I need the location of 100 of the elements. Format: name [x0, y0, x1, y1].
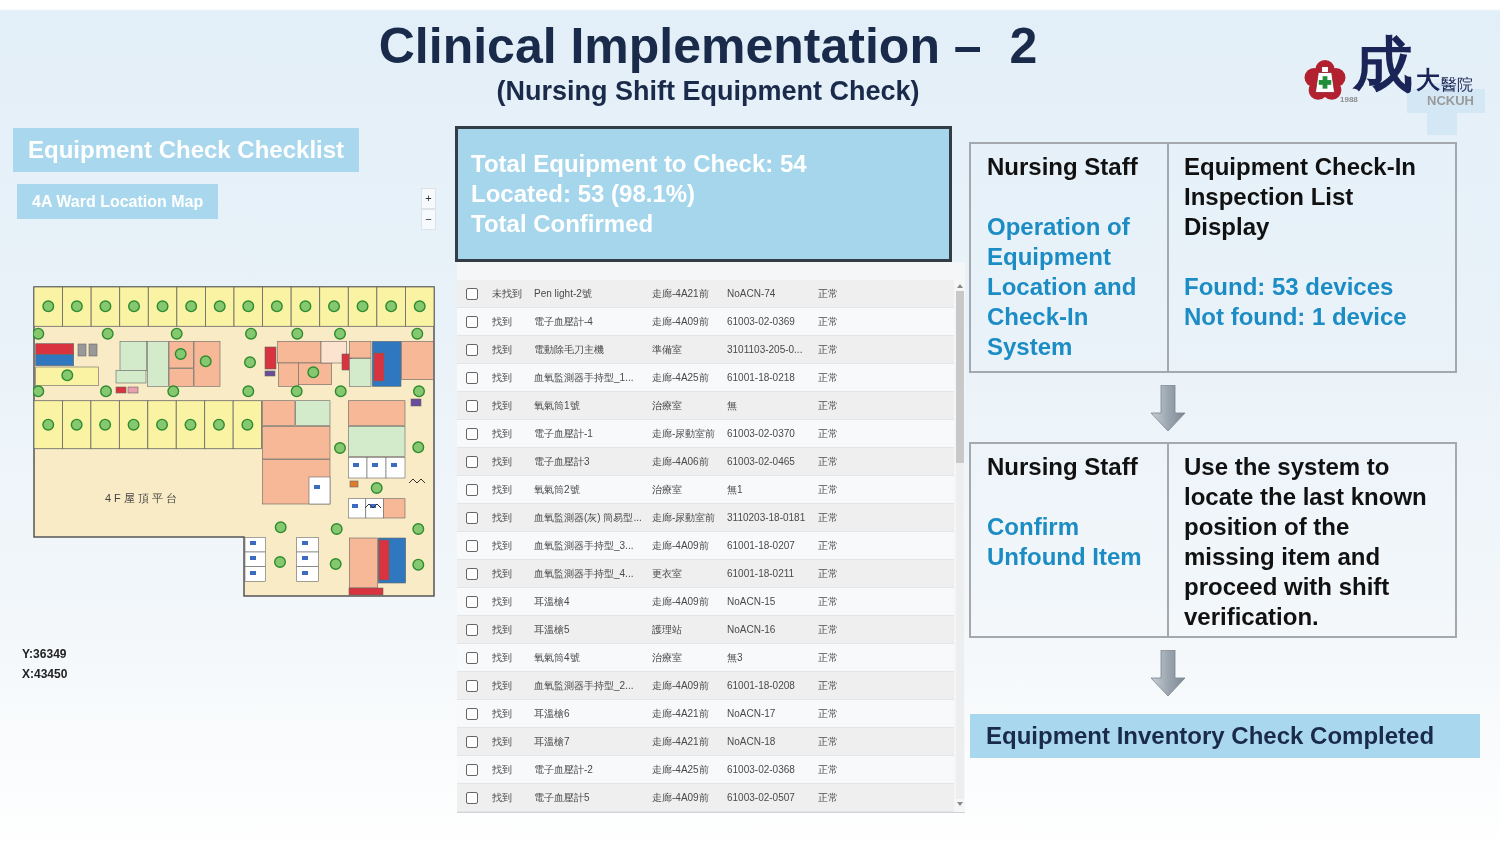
- table-cell-text: NoACN-17: [727, 706, 777, 721]
- step-note: Not found: 1 device: [1184, 302, 1408, 332]
- table-cell-text: 血氧監測器手持型_2...: [534, 678, 635, 693]
- table-cell-text: 正常: [818, 706, 839, 721]
- row-checkbox[interactable]: [466, 707, 478, 720]
- zoom-in-button[interactable]: +: [421, 188, 436, 209]
- table-cell-text: 找到: [492, 538, 513, 553]
- table-cell-text: 走廊-4A21前: [652, 286, 710, 301]
- step-note: Found: 53 devices: [1184, 272, 1395, 302]
- row-checkbox[interactable]: [466, 679, 478, 692]
- scroll-up-icon[interactable]: [956, 284, 963, 288]
- row-checkbox[interactable]: [466, 567, 478, 580]
- table-cell-text: 正常: [818, 454, 839, 469]
- table-cell-text: 找到: [492, 790, 513, 805]
- table-cell-text: NoACN-18: [727, 734, 777, 749]
- table-cell-text: 找到: [492, 510, 513, 525]
- table-cell-text: 電子血壓計-4: [534, 314, 594, 329]
- coordinate-text: X:43450: [22, 666, 68, 683]
- row-checkbox[interactable]: [466, 651, 478, 664]
- table-cell-text: 61001-18-0208: [727, 678, 796, 693]
- summary-text: Total Confirmed: [471, 209, 655, 239]
- table-cell-text: 找到: [492, 734, 513, 749]
- table-cell-text: 走廊-4A09前: [652, 314, 710, 329]
- row-checkbox[interactable]: [466, 595, 478, 608]
- table-cell-text: 正常: [818, 398, 839, 413]
- table-cell-text: NoACN-16: [727, 622, 777, 637]
- table-cell-text: 電子血壓計3: [534, 454, 591, 469]
- table-cell-text: 61001-18-0218: [727, 370, 796, 385]
- table-cell-text: 找到: [492, 622, 513, 637]
- logo-abbreviation: NCKUH: [1427, 94, 1474, 108]
- table-cell-text: 找到: [492, 342, 513, 357]
- row-checkbox[interactable]: [466, 343, 478, 356]
- scroll-down-icon[interactable]: [956, 802, 963, 806]
- row-checkbox[interactable]: [466, 511, 478, 524]
- table-cell-text: 正常: [818, 734, 839, 749]
- row-checkbox[interactable]: [466, 623, 478, 636]
- scrollbar-thumb[interactable]: [955, 291, 964, 463]
- table-cell-text: 61003-02-0370: [727, 426, 796, 441]
- table-cell-text: 耳溫槍5: [534, 622, 571, 637]
- row-checkbox[interactable]: [466, 483, 478, 496]
- logo-character: 大: [1416, 66, 1440, 94]
- table-cell-text: NoACN-15: [727, 594, 777, 609]
- table-cell-text: 走廊-尿動室前: [652, 426, 717, 441]
- table-cell-text: 正常: [818, 762, 839, 777]
- table-cell-text: 正常: [818, 538, 839, 553]
- table-cell-text: 治療室: [652, 482, 683, 497]
- table-cell-text: 正常: [818, 482, 839, 497]
- table-cell-text: 找到: [492, 594, 513, 609]
- row-checkbox[interactable]: [466, 371, 478, 384]
- table-cell-text: 找到: [492, 566, 513, 581]
- row-checkbox[interactable]: [466, 539, 478, 552]
- table-cell-text: 電子血壓計5: [534, 790, 591, 805]
- table-cell-text: 血氧監測器(灰) 簡易型...: [534, 510, 643, 525]
- table-cell-text: 正常: [818, 678, 839, 693]
- row-checkbox[interactable]: [466, 315, 478, 328]
- table-cell-text: 找到: [492, 314, 513, 329]
- table-cell-text: 找到: [492, 650, 513, 665]
- table-cell-text: 正常: [818, 370, 839, 385]
- table-cell-text: 血氧監測器手持型_4...: [534, 566, 635, 581]
- table-cell-text: 走廊-4A21前: [652, 734, 710, 749]
- row-checkbox[interactable]: [466, 399, 478, 412]
- table-cell-text: 3101103-205-0...: [727, 342, 804, 357]
- table-cell-text: 血氧監測器手持型_3...: [534, 538, 635, 553]
- summary-text: Total Equipment to Check: 54: [471, 149, 808, 179]
- scrollbar-track[interactable]: [955, 291, 964, 799]
- down-arrow-icon: [1151, 385, 1185, 431]
- completion-banner: Equipment Inventory Check Completed: [970, 714, 1480, 758]
- row-checkbox[interactable]: [466, 287, 478, 300]
- row-checkbox[interactable]: [466, 735, 478, 748]
- table-cell-text: 電動除毛刀主機: [534, 342, 605, 357]
- table-cell-text: 正常: [818, 426, 839, 441]
- row-checkbox[interactable]: [466, 455, 478, 468]
- table-cell-text: 正常: [818, 510, 839, 525]
- step-result: Use the system to locate the last known position of the missing item and proceed with shift verification.: [1184, 452, 1428, 632]
- table-cell-text: 走廊-尿動室前: [652, 510, 717, 525]
- table-cell-text: 氧氣筒4號: [534, 650, 581, 665]
- table-cell-text: 耳溫槍4: [534, 594, 571, 609]
- table-cell-text: 走廊-4A09前: [652, 790, 710, 805]
- down-arrow-icon: [1151, 650, 1185, 696]
- table-cell-text: 3110203-18-0181: [727, 510, 807, 525]
- table-cell-text: 正常: [818, 650, 839, 665]
- table-cell-text: 走廊-4A06前: [652, 454, 710, 469]
- step-actor: Nursing Staff: [987, 452, 1139, 482]
- table-cell-text: 正常: [818, 594, 839, 609]
- summary-text: Located: 53 (98.1%): [471, 179, 697, 209]
- slide-title: Clinical Implementation – 2: [378, 17, 1038, 75]
- table-cell-text: 無1: [727, 482, 744, 497]
- zoom-out-button[interactable]: −: [421, 209, 436, 230]
- logo-calligraphy: 成: [1353, 34, 1413, 94]
- rooftop-label: 4F屋頂平台: [105, 492, 180, 504]
- table-cell-text: 電子血壓計-1: [534, 426, 594, 441]
- table-cell-text: 走廊-4A21前: [652, 706, 710, 721]
- table-cell-text: 氧氣筒1號: [534, 398, 581, 413]
- row-checkbox[interactable]: [466, 763, 478, 776]
- step-action: Confirm Unfound Item: [987, 512, 1143, 572]
- row-checkbox[interactable]: [466, 427, 478, 440]
- checklist-heading: Equipment Check Checklist: [13, 128, 360, 172]
- step-result: Equipment Check-In Inspection List Display: [1184, 152, 1418, 242]
- row-checkbox[interactable]: [466, 791, 478, 804]
- table-cell-text: 找到: [492, 482, 513, 497]
